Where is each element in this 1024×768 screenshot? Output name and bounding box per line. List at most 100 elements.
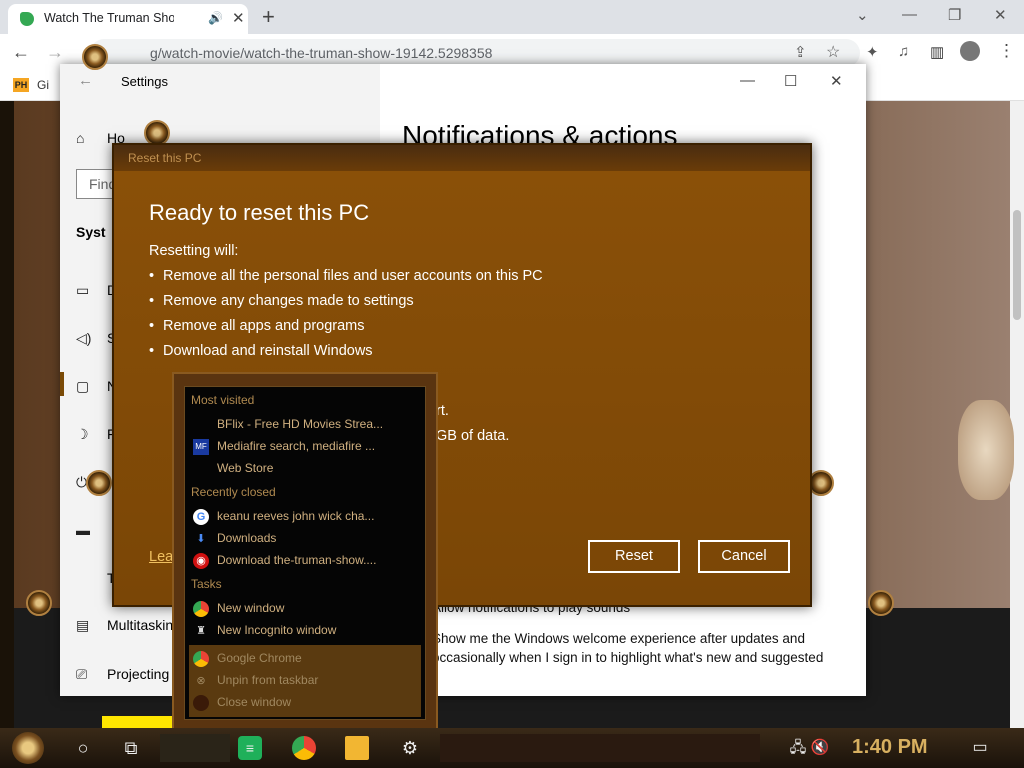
browser-tab[interactable]: Watch The Truman Show 🔊 ✕ (8, 4, 248, 34)
list-item[interactable]: MF Mediafire search, mediafire ... (191, 437, 421, 457)
bullet-dot: • (149, 318, 155, 334)
gear-decoration-icon (82, 44, 108, 70)
list-item-label: Web Store (217, 461, 274, 475)
chrome-icon (193, 651, 209, 667)
reset-button[interactable]: Reset (588, 540, 680, 573)
battery-icon: ▬ (76, 522, 90, 538)
speaker-icon[interactable]: 🔊 (208, 11, 223, 25)
bullet-dot: • (149, 343, 155, 359)
yellow-button[interactable] (102, 716, 172, 728)
bullet-item: Remove all apps and programs (163, 318, 365, 334)
menu-icon[interactable]: ⋮ (998, 41, 1015, 61)
sidebar-item-multitasking[interactable]: Multitasking (107, 617, 181, 633)
forward-icon[interactable]: → (46, 42, 64, 63)
learn-more-link[interactable]: Lea (149, 549, 173, 565)
settings-minimize-button[interactable]: — (740, 72, 755, 89)
sidebar-item-projecting[interactable]: Projecting (107, 666, 169, 682)
list-item[interactable]: ◉ Download the-truman-show.... (191, 551, 421, 571)
browser-tab-strip: Watch The Truman Show 🔊 ✕ + ⌄ — ❐ ✕ (0, 0, 1024, 34)
chrome-taskbar-icon[interactable] (292, 736, 316, 760)
taskbar-slot (160, 734, 230, 762)
volume-muted-icon[interactable]: 🔇 (808, 736, 832, 760)
chrome-jump-list: Most visited BFlix - Free HD Movies Stre… (172, 372, 438, 730)
file-explorer-icon[interactable] (345, 736, 369, 760)
site-icon: ◉ (193, 553, 209, 569)
network-icon[interactable]: 🖧 (786, 736, 810, 760)
dialog-header: Reset this PC (114, 145, 810, 171)
bullet-dot: • (149, 268, 155, 284)
side-panel-icon[interactable]: ▥ (930, 43, 944, 61)
list-item-label: Mediafire search, mediafire ... (217, 439, 376, 453)
close-icon (193, 695, 209, 711)
list-item-label: BFlix - Free HD Movies Strea... (217, 417, 384, 431)
taskbar-slot (440, 734, 760, 762)
jump-list-panel: Most visited BFlix - Free HD Movies Stre… (184, 386, 426, 720)
taskbar: ○ ⧉ ≡ ⚙ 🖧 🔇 1:40 PM ▭ (0, 728, 1024, 768)
cancel-button[interactable]: Cancel (698, 540, 790, 573)
bookmark-favicon-icon: PH (13, 78, 29, 92)
search-icon[interactable]: ○ (71, 736, 95, 760)
minimize-button[interactable]: — (902, 6, 917, 23)
page-scrollbar[interactable] (1010, 101, 1024, 728)
option-welcome-experience[interactable]: Show me the Windows welcome experience a… (432, 629, 832, 667)
list-item[interactable]: ⬇ Downloads (191, 529, 421, 549)
list-item[interactable]: ♜ New Incognito window (191, 621, 421, 641)
list-item-label: New window (217, 601, 285, 615)
download-icon: ⬇ (196, 533, 206, 545)
notifications-icon: ▢ (76, 378, 90, 394)
partial-text: GB of data. (436, 428, 510, 444)
list-item[interactable]: BFlix - Free HD Movies Strea... (191, 415, 421, 435)
multitasking-icon: ▤ (76, 617, 90, 633)
new-tab-button[interactable]: + (262, 4, 275, 30)
dialog-intro: Resetting will: (149, 243, 239, 259)
dialog-title: Ready to reset this PC (149, 200, 370, 225)
recently-closed-header: Recently closed (191, 485, 276, 499)
url-text: g/watch-movie/watch-the-truman-show-1914… (150, 45, 493, 61)
list-item[interactable]: ⊗ Unpin from taskbar (191, 671, 421, 691)
restore-button[interactable]: ❐ (948, 6, 961, 24)
list-item[interactable]: Web Store (191, 459, 421, 479)
task-view-icon[interactable]: ⧉ (119, 736, 143, 760)
extensions-icon[interactable]: ✦ (866, 43, 879, 61)
list-item-label: Google Chrome (217, 651, 302, 665)
list-item[interactable]: New window (191, 599, 421, 619)
tab-search-icon[interactable]: ⌄ (856, 6, 869, 24)
list-item-label: New Incognito window (217, 623, 337, 637)
bullet-item: Remove all the personal files and user a… (163, 268, 543, 284)
display-icon: ▭ (76, 282, 90, 298)
action-center-icon[interactable]: ▭ (968, 736, 992, 760)
notes-app-icon[interactable]: ≡ (238, 736, 262, 760)
home-icon: ⌂ (76, 130, 85, 146)
profile-avatar[interactable] (960, 41, 980, 61)
list-item[interactable]: Close window (191, 693, 421, 713)
gear-decoration-icon (86, 470, 112, 496)
list-item-label: keanu reeves john wick cha... (217, 509, 375, 523)
tasks-header: Tasks (191, 577, 222, 591)
settings-maximize-button[interactable]: ☐ (784, 72, 797, 90)
settings-gear-icon[interactable]: ⚙ (398, 736, 422, 760)
list-item[interactable]: Google Chrome (191, 649, 421, 669)
projecting-icon: ⎚ (76, 666, 88, 682)
close-tab-icon[interactable]: ✕ (232, 9, 245, 27)
bullet-item: Remove any changes made to settings (163, 293, 414, 309)
google-icon: G (193, 509, 209, 525)
back-arrow-icon[interactable]: ← (78, 72, 93, 89)
bookmark-star-icon[interactable]: ☆ (826, 42, 840, 62)
bookmark-item[interactable]: Gi (37, 78, 49, 92)
omnibox[interactable]: g/watch-movie/watch-the-truman-show-1914… (90, 39, 860, 67)
list-item-label: Unpin from taskbar (217, 673, 319, 687)
close-window-button[interactable]: ✕ (994, 6, 1007, 24)
tab-title: Watch The Truman Show (44, 11, 174, 25)
back-icon[interactable]: ← (12, 42, 30, 63)
list-item-label: Close window (217, 695, 292, 709)
taskbar-clock[interactable]: 1:40 PM (852, 736, 928, 759)
scrollbar-thumb[interactable] (1013, 210, 1021, 320)
focus-assist-icon: ☽ (76, 426, 89, 442)
sound-icon: ◁) (76, 330, 92, 346)
list-item[interactable]: G keanu reeves john wick cha... (191, 507, 421, 527)
start-button[interactable] (12, 732, 44, 764)
mediafire-icon: MF (193, 439, 209, 455)
share-icon[interactable]: ⇪ (794, 43, 807, 61)
settings-close-button[interactable]: ✕ (830, 72, 843, 90)
media-icon[interactable]: ♫ (898, 43, 909, 60)
